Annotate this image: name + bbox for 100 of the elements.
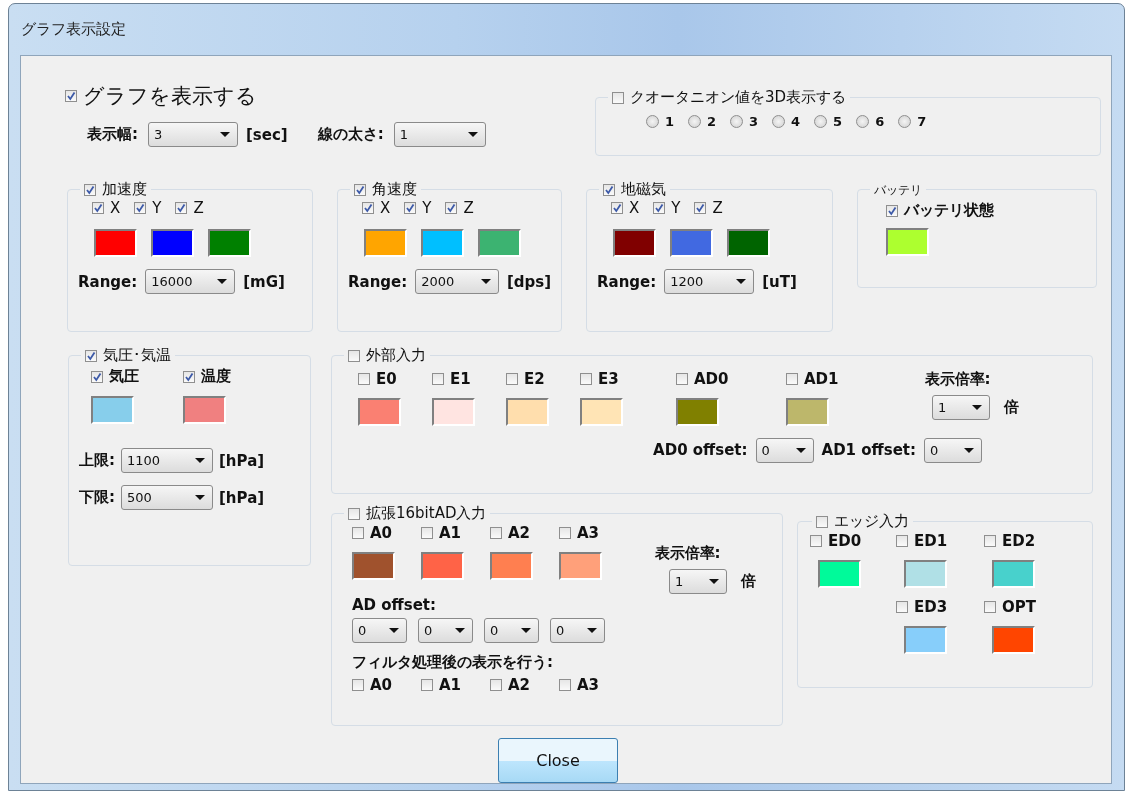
color-swatch[interactable] <box>886 228 929 256</box>
color-swatch[interactable] <box>670 229 713 257</box>
checkbox[interactable]: 気圧 <box>91 367 139 386</box>
dropdown[interactable]: 0 <box>352 617 407 643</box>
dropdown[interactable]: 1 <box>932 394 990 420</box>
color-swatch[interactable] <box>352 551 395 580</box>
radio-button[interactable]: 2 <box>687 113 716 129</box>
checkbox[interactable]: ED0 <box>810 531 862 550</box>
radio-button[interactable]: 3 <box>730 113 759 129</box>
color-swatch[interactable] <box>559 551 602 580</box>
checkbox[interactable]: A1 <box>421 523 477 542</box>
radio-button[interactable]: 5 <box>814 113 843 129</box>
dropdown[interactable]: 0 <box>484 617 539 643</box>
radio-button[interactable]: 1 <box>645 113 674 129</box>
checkbox[interactable]: Y <box>134 199 162 217</box>
color-swatch[interactable] <box>478 229 521 257</box>
color-swatch[interactable] <box>786 397 829 426</box>
checkbox[interactable]: A0 <box>352 523 408 542</box>
checkbox[interactable]: エッジ入力 <box>816 512 909 531</box>
checkbox[interactable]: A3 <box>559 675 600 694</box>
checkbox[interactable]: Z <box>175 199 204 217</box>
checkbox[interactable]: グラフを表示する <box>65 82 257 110</box>
checkbox[interactable]: Z <box>445 199 474 217</box>
color-swatch[interactable] <box>506 397 549 426</box>
field-label: 表示幅: <box>87 125 138 144</box>
checkbox[interactable]: クオータニオン値を3D表示する <box>611 88 846 107</box>
color-swatch[interactable] <box>94 229 137 257</box>
color-swatch[interactable] <box>904 625 947 654</box>
color-swatch[interactable] <box>580 397 623 426</box>
checkbox[interactable]: A2 <box>490 523 546 542</box>
checkbox[interactable]: A0 <box>352 675 393 694</box>
dropdown[interactable]: 500 <box>121 485 213 510</box>
dropdown[interactable]: 2000 <box>415 269 499 294</box>
color-swatch[interactable] <box>727 229 770 257</box>
checkbox[interactable]: E1 <box>432 369 488 388</box>
checkbox[interactable]: 拡張16bitAD入力 <box>348 504 487 523</box>
color-swatch[interactable] <box>992 559 1035 588</box>
dropdown[interactable]: 0 <box>550 617 605 643</box>
checkbox[interactable]: A2 <box>490 675 531 694</box>
color-swatch[interactable] <box>208 229 251 257</box>
color-swatch[interactable] <box>151 229 194 257</box>
dropdown[interactable]: 0 <box>924 437 982 463</box>
color-swatch[interactable] <box>358 397 401 426</box>
color-swatch[interactable] <box>613 229 656 257</box>
checkbox[interactable]: 気圧･気温 <box>85 346 171 365</box>
radio-button[interactable]: 6 <box>856 113 885 129</box>
dropdown[interactable]: 3 <box>148 122 238 147</box>
caret-icon <box>467 132 478 137</box>
color-swatch[interactable] <box>490 551 533 580</box>
caret-icon <box>972 404 982 410</box>
checkbox[interactable]: OPT <box>984 597 1036 616</box>
checkbox[interactable]: A1 <box>421 675 462 694</box>
color-swatch[interactable] <box>91 396 134 424</box>
checkbox[interactable]: AD0 <box>676 369 746 388</box>
dropdown[interactable]: 1 <box>393 122 486 147</box>
color-swatch[interactable] <box>676 397 719 426</box>
color-swatch[interactable] <box>183 396 226 424</box>
checkbox[interactable]: 加速度 <box>84 180 147 199</box>
checkbox[interactable]: X <box>362 199 391 217</box>
dropdown[interactable]: 1200 <box>664 269 755 294</box>
checkbox[interactable]: Y <box>653 199 681 217</box>
color-swatch[interactable] <box>818 559 861 588</box>
checkbox[interactable]: 外部入力 <box>348 346 426 365</box>
checkbox[interactable]: Z <box>694 199 723 217</box>
color-swatch[interactable] <box>364 229 407 257</box>
checkbox[interactable]: E0 <box>358 369 414 388</box>
checkbox[interactable]: 温度 <box>183 367 231 386</box>
caret-icon <box>217 279 228 284</box>
radio-button[interactable]: 4 <box>772 113 801 129</box>
close-button[interactable]: Close <box>498 738 618 783</box>
checkbox[interactable]: AD1 <box>786 369 856 388</box>
checkbox[interactable]: ED1 <box>896 531 948 550</box>
checkbox[interactable]: X <box>92 199 121 217</box>
checkbox[interactable]: Y <box>404 199 432 217</box>
checkbox[interactable]: E2 <box>506 369 562 388</box>
dropdown[interactable]: 1 <box>669 568 727 594</box>
color-swatch[interactable] <box>421 229 464 257</box>
checkbox[interactable]: E3 <box>580 369 636 388</box>
checkbox[interactable]: X <box>611 199 640 217</box>
checkmark-icon <box>604 184 614 195</box>
checkbox[interactable]: バッテリ状態 <box>886 201 994 220</box>
checkbox[interactable]: 角速度 <box>354 180 417 199</box>
color-swatch[interactable] <box>432 397 475 426</box>
caret-icon <box>587 627 597 633</box>
field-label: Range: <box>78 272 138 291</box>
checkbox[interactable]: A3 <box>559 523 615 542</box>
dropdown[interactable]: 1100 <box>121 448 213 473</box>
color-swatch[interactable] <box>992 625 1035 654</box>
checkbox[interactable]: ED3 <box>896 597 948 616</box>
radio-button[interactable]: 7 <box>898 113 927 129</box>
dropdown[interactable]: 0 <box>755 437 814 463</box>
checkbox[interactable]: 地磁気 <box>603 180 666 199</box>
color-swatch[interactable] <box>421 551 464 580</box>
checkbox[interactable]: ED2 <box>984 531 1036 550</box>
unit-label: [uT] <box>762 272 797 291</box>
color-swatch[interactable] <box>904 559 947 588</box>
dropdown[interactable]: 0 <box>418 617 473 643</box>
dropdown[interactable]: 16000 <box>145 269 236 294</box>
checkmark-icon <box>184 371 194 382</box>
checkmark-icon <box>695 203 706 213</box>
